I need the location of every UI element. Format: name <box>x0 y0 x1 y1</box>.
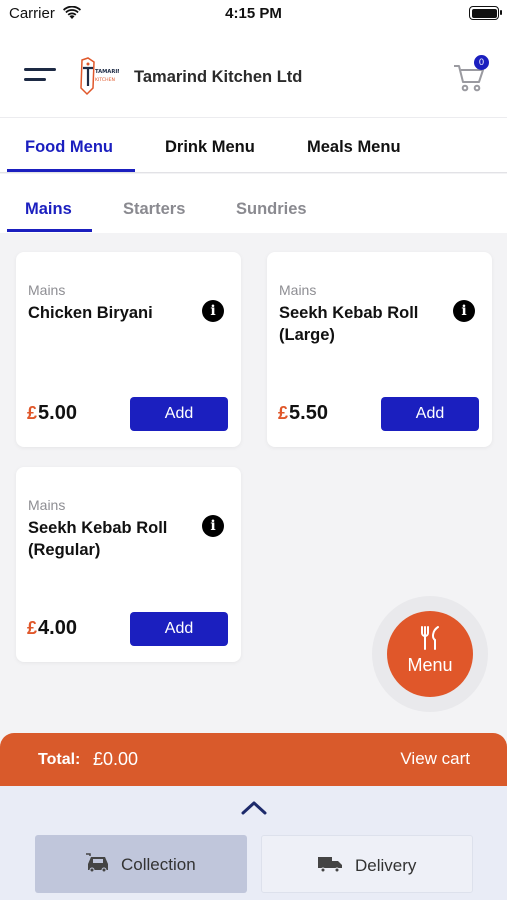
menu-item-card[interactable]: Mains Chicken Biryani i £5.00 Add <box>16 252 241 447</box>
currency-symbol: £ <box>278 403 289 423</box>
battery-icon <box>469 6 502 20</box>
item-category: Mains <box>28 282 66 298</box>
item-price: £5.00 <box>27 402 77 425</box>
svg-text:TAMARIND: TAMARIND <box>95 69 119 75</box>
info-icon[interactable]: i <box>202 300 224 322</box>
brand-name: Tamarind Kitchen Ltd <box>134 68 303 86</box>
total-label: Total: <box>38 751 81 768</box>
collection-car-icon <box>86 853 108 873</box>
view-cart-button[interactable]: View cart <box>400 749 470 769</box>
price-value: 4.00 <box>38 617 77 639</box>
total-value: £0.00 <box>93 749 139 769</box>
status-time: 4:15 PM <box>225 5 282 22</box>
item-name: Chicken Biryani <box>28 304 153 322</box>
price-value: 5.00 <box>38 402 77 424</box>
chevron-up-icon[interactable] <box>240 799 268 815</box>
status-bar: Carrier 4:15 PM <box>0 0 507 30</box>
currency-symbol: £ <box>27 618 38 638</box>
item-name: Seekh Kebab Roll (Regular) <box>28 519 168 559</box>
brand-logo: TAMARIND KITCHEN <box>80 57 119 96</box>
menu-fab-button[interactable]: Menu <box>387 611 473 697</box>
cart-total-bar: Total: £0.00 View cart <box>0 733 507 786</box>
item-category: Mains <box>279 282 317 298</box>
category-tab-indicator <box>7 229 92 232</box>
info-icon[interactable]: i <box>202 515 224 537</box>
menu-item-card[interactable]: Mains Seekh Kebab Roll (Regular) i £4.00… <box>16 467 241 662</box>
order-options-panel: Collection Delivery <box>0 786 507 900</box>
tab-starters[interactable]: Starters <box>123 200 185 219</box>
collection-option-button[interactable]: Collection <box>35 835 247 893</box>
price-value: 5.50 <box>289 402 328 424</box>
svg-text:KITCHEN: KITCHEN <box>95 77 115 83</box>
delivery-truck-icon <box>318 857 342 873</box>
item-category: Mains <box>28 497 66 513</box>
tab-sundries[interactable]: Sundries <box>236 200 307 219</box>
item-price: £5.50 <box>278 402 328 425</box>
collection-label: Collection <box>121 855 196 874</box>
cart-count-badge: 0 <box>474 55 489 70</box>
info-icon[interactable]: i <box>453 300 475 322</box>
add-button[interactable]: Add <box>381 397 479 431</box>
fork-knife-icon <box>421 626 439 650</box>
category-tabs: Mains Starters Sundries <box>0 174 507 233</box>
item-name: Seekh Kebab Roll (Large) <box>279 304 419 344</box>
tab-food-menu[interactable]: Food Menu <box>25 138 113 157</box>
tab-mains[interactable]: Mains <box>25 200 72 219</box>
menu-fab-label: Menu <box>407 655 453 675</box>
hamburger-menu-icon[interactable] <box>24 68 56 82</box>
tab-drink-menu[interactable]: Drink Menu <box>165 138 255 157</box>
item-price: £4.00 <box>27 617 77 640</box>
app-header: TAMARIND KITCHEN Tamarind Kitchen Ltd 0 <box>0 30 507 118</box>
tab-meals-menu[interactable]: Meals Menu <box>307 138 401 157</box>
delivery-option-button[interactable]: Delivery <box>261 835 473 893</box>
menu-item-card[interactable]: Mains Seekh Kebab Roll (Large) i £5.50 A… <box>267 252 492 447</box>
add-button[interactable]: Add <box>130 397 228 431</box>
add-button[interactable]: Add <box>130 612 228 646</box>
menu-tab-indicator <box>7 169 135 172</box>
menu-tabs: Food Menu Drink Menu Meals Menu <box>0 118 507 173</box>
currency-symbol: £ <box>27 403 38 423</box>
delivery-label: Delivery <box>355 856 417 875</box>
